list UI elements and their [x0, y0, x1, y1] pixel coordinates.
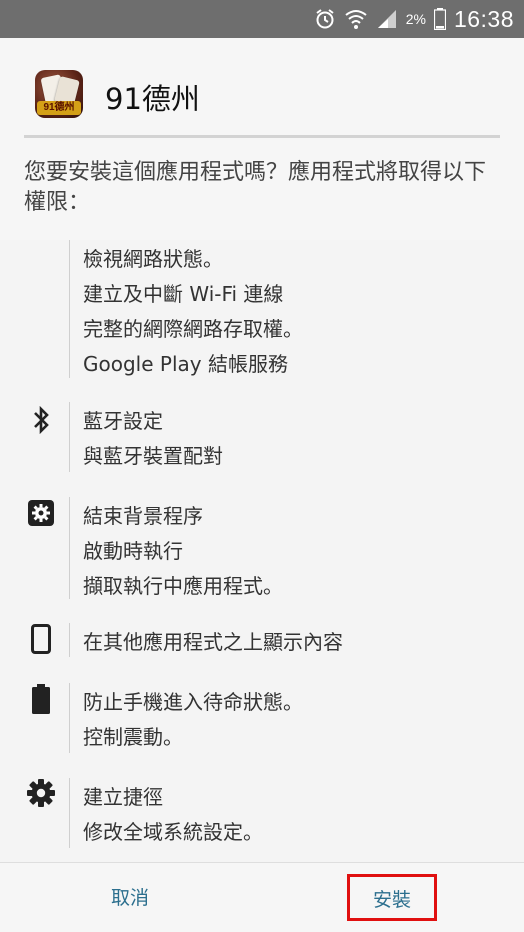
permission-item: 建立及中斷 Wi-Fi 連線: [83, 282, 284, 306]
clock: 16:38: [453, 5, 514, 32]
permission-item: 在其他應用程式之上顯示內容: [83, 630, 343, 654]
app-icon-label: 91德州: [37, 101, 81, 115]
permission-item: 藍牙設定: [83, 409, 163, 433]
permission-item: 結束背景程序: [83, 504, 203, 528]
signal-icon: [376, 8, 398, 30]
header-divider: [24, 135, 500, 138]
permission-item: 防止手機進入待命狀態。: [83, 690, 303, 714]
group-divider: [69, 497, 70, 599]
group-divider: [69, 240, 70, 378]
cancel-button[interactable]: 取消: [90, 883, 170, 913]
gear-icon: [26, 778, 56, 808]
permission-item: 檢視網路狀態。: [83, 247, 223, 271]
permission-item: 控制震動。: [83, 725, 183, 749]
bluetooth-icon: [26, 405, 56, 435]
permissions-list[interactable]: 檢視網路狀態。 建立及中斷 Wi-Fi 連線 完整的網際網路存取權。 Googl…: [0, 240, 524, 862]
settings-box-icon: [26, 498, 56, 528]
install-button[interactable]: 安裝: [347, 874, 437, 921]
group-divider: [69, 778, 70, 848]
app-name: 91德州: [105, 82, 200, 116]
group-divider: [69, 623, 70, 657]
wifi-icon: [344, 7, 368, 31]
group-divider: [69, 683, 70, 753]
app-icon: 91德州: [35, 70, 83, 118]
permission-item: 擷取執行中應用程式。: [83, 574, 283, 598]
permission-item: 與藍牙裝置配對: [83, 444, 223, 468]
status-bar: 2% 16:38: [0, 0, 524, 38]
install-header: 91德州 91德州 您要安裝這個應用程式嗎？應用程式將取得以下權限：: [0, 38, 524, 240]
permission-item: 建立捷徑: [83, 785, 163, 809]
battery-icon: [433, 8, 446, 30]
dialog-button-bar: 取消 安裝: [0, 862, 524, 932]
phone-icon: [26, 624, 56, 654]
alarm-icon: [314, 8, 336, 30]
install-prompt: 您要安裝這個應用程式嗎？應用程式將取得以下權限：: [24, 160, 487, 215]
permission-item: 完整的網際網路存取權。: [83, 317, 303, 341]
battery-icon: [26, 684, 56, 714]
permission-item: 啟動時執行: [83, 539, 183, 563]
permission-item: 修改全域系統設定。: [83, 820, 263, 844]
group-divider: [69, 402, 70, 472]
permission-item: Google Play 結帳服務: [83, 352, 288, 376]
battery-percent: 2%: [405, 11, 426, 27]
